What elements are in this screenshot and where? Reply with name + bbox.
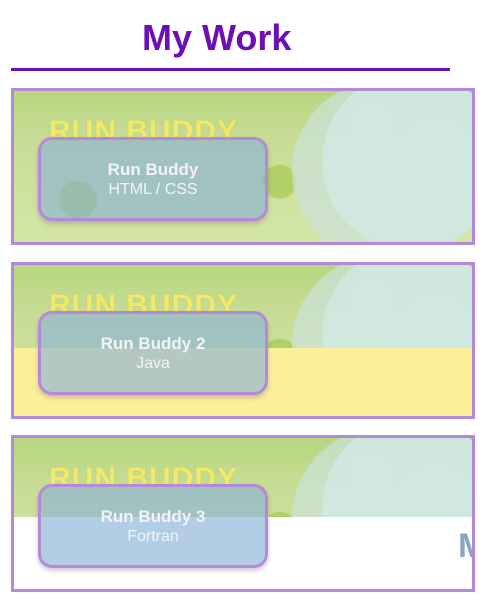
cropped-letter: M	[458, 526, 472, 566]
project-technologies: HTML / CSS	[108, 180, 198, 198]
project-card-run-buddy-2[interactable]: RUN BUDDY Run Buddy 2 Java	[11, 262, 475, 419]
project-card-run-buddy-3[interactable]: RUN BUDDY M Run Buddy 3 Fortran	[11, 435, 475, 592]
project-card-run-buddy[interactable]: RUN BUDDY Run Buddy HTML / CSS	[11, 88, 475, 245]
project-name: Run Buddy	[107, 159, 199, 179]
project-name: Run Buddy 2	[100, 333, 206, 353]
project-technologies: Fortran	[127, 527, 179, 545]
project-overlay[interactable]: Run Buddy 3 Fortran	[38, 484, 268, 568]
section-divider	[11, 68, 450, 71]
project-technologies: Java	[136, 354, 170, 372]
project-name: Run Buddy 3	[100, 506, 206, 526]
section-title: My Work	[142, 17, 292, 58]
work-section: My Work RUN BUDDY Run Buddy HTML / CSS R…	[0, 0, 489, 601]
project-overlay[interactable]: Run Buddy 2 Java	[38, 311, 268, 395]
project-overlay[interactable]: Run Buddy HTML / CSS	[38, 137, 268, 221]
